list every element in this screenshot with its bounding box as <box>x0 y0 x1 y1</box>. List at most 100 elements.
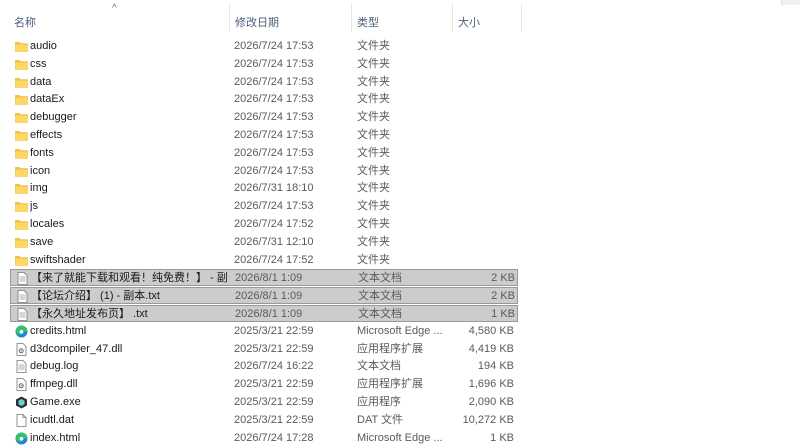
file-type: 应用程序 <box>357 396 401 408</box>
file-date-modified: 2026/7/24 17:53 <box>234 75 314 88</box>
file-size: 2 KB <box>491 272 515 285</box>
folder-icon <box>15 40 28 53</box>
file-type: Microsoft Edge ... <box>357 324 443 337</box>
file-size <box>458 127 514 144</box>
text-file-icon <box>16 308 29 321</box>
file-date-modified: 2025/3/21 22:59 <box>234 342 314 355</box>
file-name: data <box>30 75 52 88</box>
file-type: 文件夹 <box>357 218 390 230</box>
file-row[interactable]: ffmpeg.dll 2025/3/21 22:59 应用程序扩展 1,696 KB <box>10 376 518 393</box>
folder-icon <box>15 236 28 249</box>
dll-icon <box>15 342 28 356</box>
file-name: save <box>30 235 54 248</box>
file-row[interactable]: effects 2026/7/24 17:53 文件夹 <box>10 127 518 144</box>
file-row[interactable]: locales 2026/7/24 17:52 文件夹 <box>10 216 518 233</box>
file-name: icon <box>30 164 51 177</box>
file-type: 应用程序扩展 <box>357 378 423 391</box>
text-file-icon <box>16 290 29 304</box>
folder-icon <box>15 111 28 124</box>
file-name: 【论坛介绍】 (1) - 副本.txt <box>31 290 160 303</box>
file-size: 10,272 KB <box>462 413 514 426</box>
file-row[interactable]: icon 2026/7/24 17:53 文件夹 <box>10 163 518 180</box>
edge-icon <box>15 432 28 445</box>
file-name: debug.log <box>30 360 79 373</box>
file-row[interactable]: 【来了就能下载和观看！纯免费！】 - 副... 2026/8/1 1:09 文本文档… <box>10 269 518 287</box>
file-size: 4,580 KB <box>468 324 514 337</box>
folder-icon <box>15 254 28 267</box>
file-date-modified: 2025/3/21 22:59 <box>234 413 314 426</box>
folder-icon <box>15 147 28 160</box>
column-header-bar: ^ 名称 修改日期 类型 大小 <box>0 0 800 38</box>
file-size: 4,419 KB <box>468 342 514 355</box>
file-size <box>458 91 514 108</box>
file-type: 文本文档 <box>357 360 401 373</box>
file-row[interactable]: js 2026/7/24 17:53 文件夹 <box>10 198 518 215</box>
file-type: 文件夹 <box>357 182 390 195</box>
file-date-modified: 2026/7/31 18:10 <box>234 182 314 195</box>
file-row[interactable]: swiftshader 2026/7/24 17:52 文件夹 <box>10 252 518 269</box>
file-type: 文本文档 <box>358 308 402 320</box>
file-date-modified: 2026/8/1 1:09 <box>235 272 303 285</box>
file-type: 文本文档 <box>358 272 402 285</box>
folder-icon <box>15 58 28 71</box>
file-row[interactable]: index.html 2026/7/24 17:28 Microsoft Edge … <box>10 430 518 447</box>
dll-icon <box>15 378 28 392</box>
file-size: 1 KB <box>491 308 515 320</box>
blank-file-icon <box>15 413 28 427</box>
file-row[interactable]: Game.exe 2025/3/21 22:59 应用程序 2,090 KB <box>10 394 518 411</box>
file-row[interactable]: 【论坛介绍】 (1) - 副本.txt 2026/8/1 1:09 文本文档 2 KB <box>10 287 518 305</box>
file-name: credits.html <box>30 324 87 337</box>
scrollbar[interactable] <box>781 0 800 5</box>
file-row[interactable]: icudtl.dat 2025/3/21 22:59 DAT 文件 10,272 KB <box>10 412 518 429</box>
file-size <box>458 180 514 197</box>
file-date-modified: 2026/7/24 17:53 <box>234 164 314 177</box>
file-size: 194 KB <box>477 360 514 373</box>
file-row[interactable]: css 2026/7/24 17:53 文件夹 <box>10 56 518 73</box>
column-header-name[interactable]: ^ 名称 <box>0 0 229 38</box>
file-name: index.html <box>30 431 81 444</box>
file-row[interactable]: credits.html 2025/3/21 22:59 Microsoft Edg… <box>10 323 518 340</box>
file-name: d3dcompiler_47.dll <box>30 342 123 355</box>
file-name: css <box>30 57 47 70</box>
file-name: icudtl.dat <box>30 413 75 426</box>
file-row[interactable]: d3dcompiler_47.dll 2025/3/21 22:59 应用程序扩展 4… <box>10 341 518 358</box>
file-name: 【永久地址发布页】 .txt <box>31 308 148 320</box>
file-row[interactable]: audio 2026/7/24 17:53 文件夹 <box>10 38 518 55</box>
column-header-date[interactable]: 修改日期 <box>230 0 351 38</box>
text-file-icon <box>16 272 29 286</box>
file-date-modified: 2026/7/24 17:53 <box>234 111 314 124</box>
file-size <box>458 74 514 91</box>
file-size: 1 KB <box>490 431 514 444</box>
column-header-type[interactable]: 类型 <box>352 0 452 38</box>
file-name: effects <box>30 129 63 141</box>
file-date-modified: 2025/3/21 22:59 <box>234 378 314 391</box>
file-size <box>458 198 514 215</box>
column-header-size[interactable]: 大小 <box>453 0 521 38</box>
file-type: 文本文档 <box>358 290 402 303</box>
column-header-date-label: 修改日期 <box>235 17 279 29</box>
file-name: js <box>30 200 38 213</box>
file-size <box>458 56 514 73</box>
file-row[interactable]: 【永久地址发布页】 .txt 2026/8/1 1:09 文本文档 1 KB <box>10 305 518 322</box>
file-name: fonts <box>30 146 54 159</box>
file-row[interactable]: img 2026/7/31 18:10 文件夹 <box>10 180 518 197</box>
file-date-modified: 2026/7/24 17:53 <box>234 129 314 141</box>
chevron-up-icon: ^ <box>112 3 117 14</box>
file-date-modified: 2026/7/24 17:53 <box>234 93 314 106</box>
file-size <box>458 252 514 269</box>
file-row[interactable]: fonts 2026/7/24 17:53 文件夹 <box>10 145 518 162</box>
file-type: 文件夹 <box>357 129 390 141</box>
file-date-modified: 2026/7/24 17:52 <box>234 253 314 266</box>
text-file-icon <box>15 360 28 374</box>
file-name: locales <box>30 218 65 230</box>
file-row[interactable]: debugger 2026/7/24 17:53 文件夹 <box>10 109 518 126</box>
file-row[interactable]: dataEx 2026/7/24 17:53 文件夹 <box>10 91 518 108</box>
file-date-modified: 2025/3/21 22:59 <box>234 324 314 337</box>
file-row[interactable]: data 2026/7/24 17:53 文件夹 <box>10 74 518 91</box>
file-date-modified: 2025/3/21 22:59 <box>234 396 314 408</box>
file-size <box>458 145 514 162</box>
file-row[interactable]: debug.log 2026/7/24 16:22 文本文档 194 KB <box>10 358 518 375</box>
column-divider[interactable] <box>521 4 522 32</box>
file-name: swiftshader <box>30 253 86 266</box>
file-row[interactable]: save 2026/7/31 12:10 文件夹 <box>10 234 518 251</box>
